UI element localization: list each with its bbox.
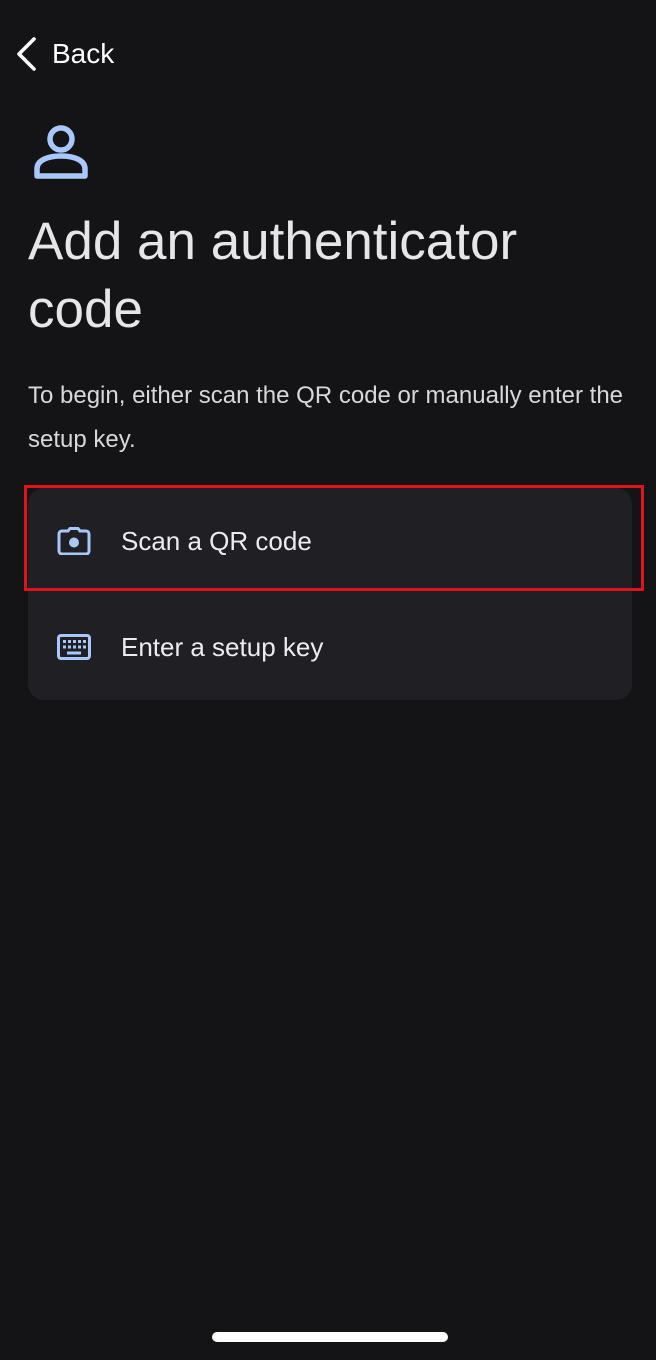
options-list: Scan a QR code Enter a setup key <box>28 488 632 700</box>
home-indicator[interactable] <box>212 1332 448 1342</box>
page-description: To begin, either scan the QR code or man… <box>28 382 624 453</box>
keyboard-icon <box>56 629 92 665</box>
scan-qr-code-option[interactable]: Scan a QR code <box>28 488 632 594</box>
page-title: Add an authenticator code <box>28 212 518 339</box>
back-label: Back <box>52 38 115 69</box>
back-button[interactable]: Back <box>14 34 114 74</box>
chevron-left-icon <box>14 36 38 72</box>
enter-setup-key-label: Enter a setup key <box>121 631 324 662</box>
person-icon <box>32 124 90 180</box>
enter-setup-key-option[interactable]: Enter a setup key <box>28 594 632 700</box>
scan-qr-code-label: Scan a QR code <box>121 525 312 556</box>
camera-icon <box>56 523 92 559</box>
